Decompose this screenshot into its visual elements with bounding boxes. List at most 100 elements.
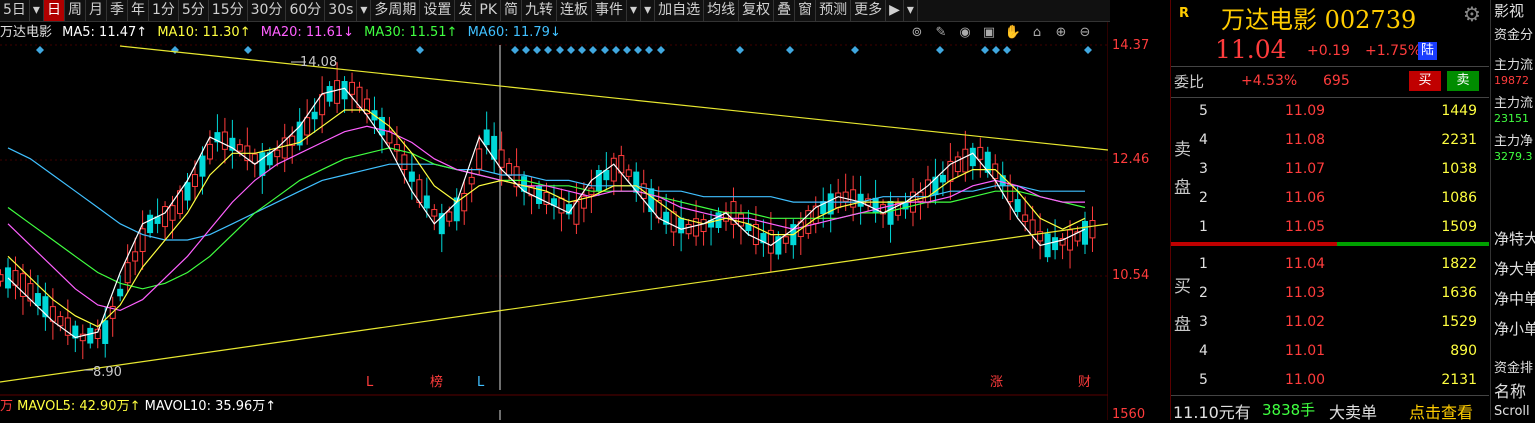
eye-icon[interactable]: ◉ bbox=[956, 24, 974, 42]
period-tab-0[interactable]: 5日 bbox=[0, 0, 30, 21]
ma-legend: 万达电影 MA5: 11.47↑ MA10: 11.30↑ MA20: 11.6… bbox=[0, 23, 567, 43]
period-tab-21[interactable]: 事件 bbox=[592, 0, 628, 21]
book-row[interactable]: 1 11.04 1822 bbox=[1195, 250, 1489, 279]
book-row[interactable]: 3 11.02 1529 bbox=[1195, 308, 1489, 337]
period-tab-7[interactable]: 1分 bbox=[149, 0, 179, 21]
period-tab-10[interactable]: 30分 bbox=[248, 0, 287, 21]
candle-body bbox=[625, 169, 632, 177]
candle-body bbox=[610, 157, 617, 182]
candle-body bbox=[87, 327, 94, 344]
period-tab-19[interactable]: 九转 bbox=[522, 0, 558, 21]
candle-body bbox=[782, 236, 789, 244]
candle-body bbox=[685, 224, 692, 235]
period-tab-18[interactable]: 简 bbox=[501, 0, 523, 21]
signal-diamond bbox=[645, 46, 653, 54]
book-vol: 1449 bbox=[1441, 103, 1477, 119]
camera-icon[interactable]: ▣ bbox=[980, 24, 998, 42]
candle-body bbox=[737, 213, 744, 227]
book-vol: 1038 bbox=[1441, 161, 1477, 177]
signal-diamond bbox=[657, 46, 665, 54]
book-row[interactable]: 4 11.08 2231 bbox=[1195, 126, 1489, 155]
ticker-price: 11.10元有 bbox=[1173, 403, 1251, 422]
pen-icon[interactable]: ✎ bbox=[932, 24, 950, 42]
period-tab-25[interactable]: 均线 bbox=[704, 0, 740, 21]
book-row[interactable]: 2 11.06 1086 bbox=[1195, 184, 1489, 213]
period-tab-5[interactable]: 季 bbox=[107, 0, 128, 21]
signal-diamond bbox=[522, 46, 530, 54]
candle-body bbox=[648, 188, 655, 213]
period-tab-12[interactable]: 30s bbox=[325, 0, 358, 21]
event-mark-cai: 财 bbox=[1078, 375, 1091, 390]
sell-button[interactable]: 卖 bbox=[1447, 71, 1479, 91]
period-tab-15[interactable]: 设置 bbox=[420, 0, 456, 21]
period-tab-11[interactable]: 60分 bbox=[286, 0, 326, 21]
ask-side-label: 卖 盘 bbox=[1174, 131, 1194, 207]
ticker-type: 大卖单 bbox=[1329, 403, 1378, 422]
connect-badge[interactable]: 陆 bbox=[1418, 42, 1438, 60]
kline-chart[interactable]: 14.08 8.90 L 榜 L 涨 财 bbox=[0, 0, 1108, 420]
period-tab-29[interactable]: 预测 bbox=[816, 0, 852, 21]
period-tab-13[interactable]: ▾ bbox=[357, 0, 372, 21]
book-vol: 2131 bbox=[1441, 372, 1477, 388]
ticker-view-link[interactable]: 点击查看 bbox=[1409, 399, 1473, 423]
signal-diamond bbox=[544, 46, 552, 54]
candle-body bbox=[259, 152, 266, 176]
ma10-label: MA10: 11.30↑ bbox=[157, 25, 251, 40]
book-lvl: 3 bbox=[1199, 161, 1208, 177]
big-order-ticker[interactable]: 11.10元有 3838手 大卖单 点击查看 bbox=[1171, 395, 1489, 423]
event-mark-L2: L bbox=[477, 375, 485, 390]
period-tab-23[interactable]: ▾ bbox=[641, 0, 656, 21]
side-s10: 净中单 bbox=[1494, 290, 1535, 308]
book-row[interactable]: 1 11.05 1509 bbox=[1195, 213, 1489, 242]
period-tab-9[interactable]: 15分 bbox=[209, 0, 248, 21]
ma5-label: MA5: 11.47↑ bbox=[62, 25, 148, 40]
book-lvl: 2 bbox=[1199, 190, 1208, 206]
side-s9: 净大单 bbox=[1494, 260, 1535, 278]
period-tab-17[interactable]: PK bbox=[476, 0, 502, 21]
signal-diamond bbox=[981, 46, 989, 54]
period-tab-16[interactable]: 发 bbox=[455, 0, 477, 21]
period-tab-28[interactable]: 窗 bbox=[795, 0, 817, 21]
period-tab-14[interactable]: 多周期 bbox=[371, 0, 421, 21]
period-tab-2[interactable]: 日 bbox=[43, 0, 65, 21]
ma30-label: MA30: 11.51↑ bbox=[364, 25, 458, 40]
hand-icon[interactable]: ✋ bbox=[1004, 24, 1022, 42]
candle-body bbox=[251, 153, 258, 164]
period-tab-8[interactable]: 5分 bbox=[179, 0, 209, 21]
period-tab-20[interactable]: 连板 bbox=[557, 0, 593, 21]
period-tab-24[interactable]: 加自选 bbox=[655, 0, 705, 21]
book-row[interactable]: 5 11.09 1449 bbox=[1195, 97, 1489, 126]
zoom-in-icon[interactable]: ⊕ bbox=[1052, 24, 1070, 42]
period-tab-32[interactable]: ▾ bbox=[904, 0, 918, 21]
price-tick-mid: 12.46 bbox=[1112, 152, 1150, 167]
lock-icon[interactable]: ⌂ bbox=[1028, 24, 1046, 42]
candle-body bbox=[57, 316, 64, 327]
ask-book: 卖 盘 5 11.09 1449 4 11.08 2231 3 11.07 1038 2 11.06… bbox=[1171, 97, 1489, 242]
period-tab-4[interactable]: 月 bbox=[86, 0, 107, 21]
gear-icon[interactable]: ⚙ bbox=[1463, 2, 1481, 26]
candle-body bbox=[842, 191, 849, 202]
zoom-out-icon[interactable]: ⊖ bbox=[1076, 24, 1094, 42]
period-tab-27[interactable]: 叠 bbox=[774, 0, 796, 21]
period-tab-1[interactable]: ▾ bbox=[30, 0, 44, 21]
buy-button[interactable]: 买 bbox=[1409, 71, 1441, 91]
trendline-lower bbox=[0, 223, 1108, 383]
side-s12[interactable]: 资金排 bbox=[1494, 357, 1533, 376]
period-tab-6[interactable]: 年 bbox=[128, 0, 149, 21]
book-row[interactable]: 3 11.07 1038 bbox=[1195, 155, 1489, 184]
period-tab-22[interactable]: ▾ bbox=[627, 0, 642, 21]
period-tab-3[interactable]: 周 bbox=[65, 0, 86, 21]
period-tab-31[interactable]: ▶ bbox=[886, 0, 904, 21]
order-ratio-row: 委比 +4.53% 695 买 卖 bbox=[1171, 66, 1489, 98]
candle-body bbox=[147, 214, 154, 234]
candle-body bbox=[446, 211, 453, 222]
book-row[interactable]: 5 11.00 2131 bbox=[1195, 366, 1489, 395]
book-row[interactable]: 4 11.01 890 bbox=[1195, 337, 1489, 366]
period-tab-30[interactable]: 更多 bbox=[851, 0, 887, 21]
book-row[interactable]: 2 11.03 1636 bbox=[1195, 279, 1489, 308]
side-s1[interactable]: 资金分 bbox=[1494, 24, 1533, 43]
period-tab-26[interactable]: 复权 bbox=[739, 0, 775, 21]
candle-body bbox=[401, 154, 408, 171]
target-icon[interactable]: ⊚ bbox=[908, 24, 926, 42]
order-ratio-pct: +4.53% bbox=[1241, 73, 1298, 89]
